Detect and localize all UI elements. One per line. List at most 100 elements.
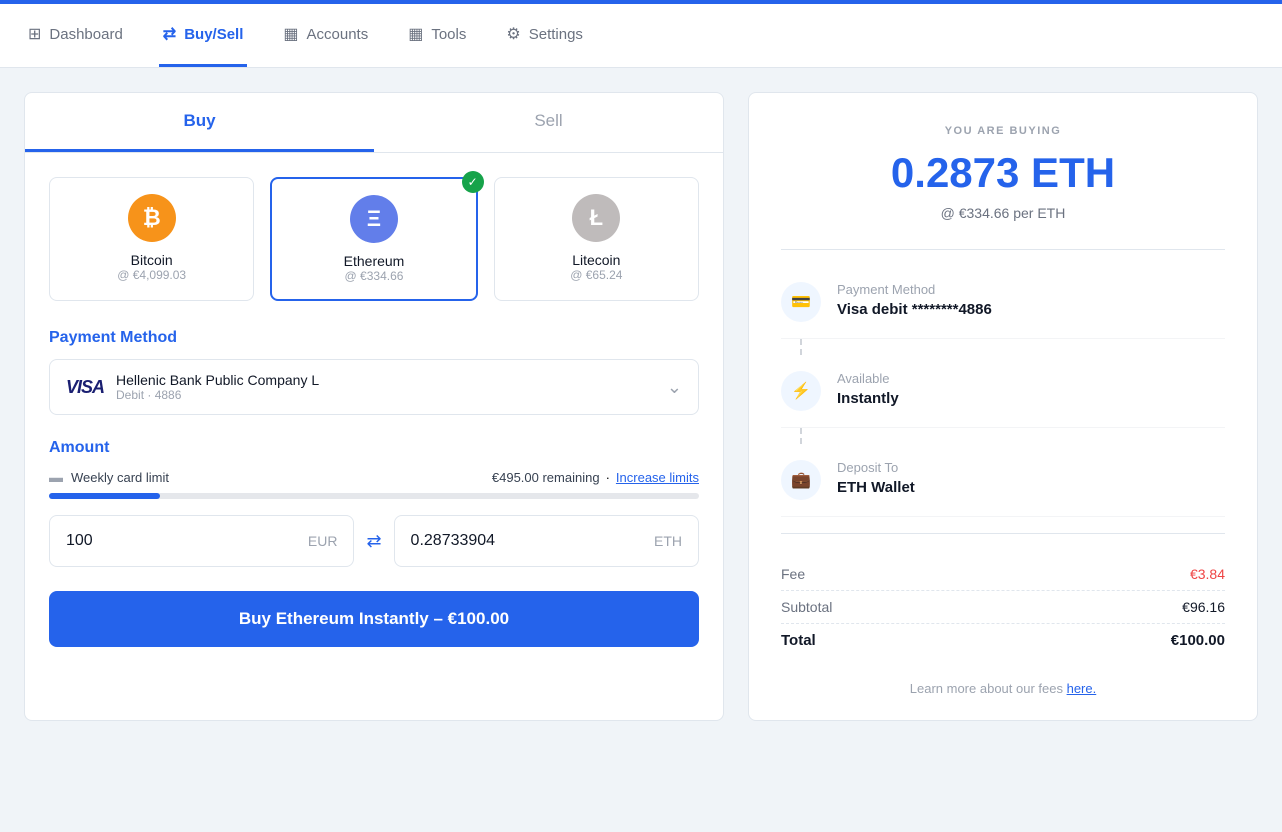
dot-separator: · bbox=[606, 470, 610, 485]
crypto-card-bitcoin[interactable]: ₿ Bitcoin @ €4,099.03 bbox=[49, 177, 254, 301]
fees-link[interactable]: here. bbox=[1067, 681, 1097, 696]
weekly-limit-label: Weekly card limit bbox=[71, 470, 169, 485]
nav-dashboard-label: Dashboard bbox=[49, 26, 122, 43]
nav-settings[interactable]: ⚙ Settings bbox=[502, 4, 587, 67]
fee-row: Fee €3.84 bbox=[781, 558, 1225, 591]
payment-method-icon: 💳 bbox=[781, 282, 821, 322]
eur-value: 100 bbox=[66, 532, 93, 550]
payment-card-type: Debit · 4886 bbox=[116, 388, 319, 402]
nav-settings-label: Settings bbox=[529, 26, 583, 43]
tools-icon: ▦ bbox=[408, 24, 423, 44]
ethereum-name: Ethereum bbox=[288, 253, 459, 269]
crypto-card-ethereum[interactable]: ✓ Ξ Ethereum @ €334.66 bbox=[270, 177, 477, 301]
deposit-content: Deposit To ETH Wallet bbox=[837, 460, 915, 496]
litecoin-price: @ €65.24 bbox=[511, 268, 682, 282]
right-panel: YOU ARE BUYING 0.2873 ETH @ €334.66 per … bbox=[748, 92, 1258, 721]
deposit-label: Deposit To bbox=[837, 460, 915, 475]
footer-note: Learn more about our fees here. bbox=[781, 681, 1225, 696]
deposit-value: ETH Wallet bbox=[837, 479, 915, 496]
panel-content: ₿ Bitcoin @ €4,099.03 ✓ Ξ Ethereum @ €33… bbox=[25, 153, 723, 671]
litecoin-name: Litecoin bbox=[511, 252, 682, 268]
buy-amount-display: 0.2873 ETH bbox=[781, 149, 1225, 197]
main-layout: Buy Sell ₿ Bitcoin @ €4,099.03 ✓ Ξ Ether… bbox=[0, 68, 1282, 745]
card-icon: ▬ bbox=[49, 469, 63, 485]
payment-method-row: 💳 Payment Method Visa debit ********4886 bbox=[781, 266, 1225, 339]
ethereum-price: @ €334.66 bbox=[288, 269, 459, 283]
available-icon: ⚡ bbox=[781, 371, 821, 411]
bitcoin-icon: ₿ bbox=[128, 194, 176, 242]
increase-limits-link[interactable]: Increase limits bbox=[616, 470, 699, 485]
you-are-buying-label: YOU ARE BUYING bbox=[781, 125, 1225, 137]
left-panel: Buy Sell ₿ Bitcoin @ €4,099.03 ✓ Ξ Ether… bbox=[24, 92, 724, 721]
progress-bar-fill bbox=[49, 493, 160, 499]
payment-method-selector[interactable]: VISA Hellenic Bank Public Company L Debi… bbox=[49, 359, 699, 415]
eur-currency: EUR bbox=[308, 533, 338, 549]
eur-input-box[interactable]: 100 EUR bbox=[49, 515, 354, 567]
selected-check-icon: ✓ bbox=[462, 171, 484, 193]
bitcoin-name: Bitcoin bbox=[66, 252, 237, 268]
available-content: Available Instantly bbox=[837, 371, 899, 407]
subtotal-row: Subtotal €96.16 bbox=[781, 591, 1225, 624]
payment-method-value: Visa debit ********4886 bbox=[837, 301, 992, 318]
payment-info: Hellenic Bank Public Company L Debit · 4… bbox=[116, 372, 319, 402]
divider-2 bbox=[781, 533, 1225, 534]
buy-rate-display: @ €334.66 per ETH bbox=[781, 205, 1225, 221]
payment-bank-name: Hellenic Bank Public Company L bbox=[116, 372, 319, 388]
subtotal-label: Subtotal bbox=[781, 599, 832, 615]
chevron-down-icon: ⌄ bbox=[667, 377, 682, 398]
tab-bar: Buy Sell bbox=[25, 93, 723, 153]
nav-tools-label: Tools bbox=[431, 26, 466, 43]
crypto-selector: ₿ Bitcoin @ €4,099.03 ✓ Ξ Ethereum @ €33… bbox=[49, 177, 699, 301]
eth-value: 0.28733904 bbox=[411, 532, 496, 550]
nav-dashboard[interactable]: ⊞ Dashboard bbox=[24, 4, 127, 67]
ethereum-icon: Ξ bbox=[350, 195, 398, 243]
total-value: €100.00 bbox=[1171, 632, 1225, 649]
nav-buysell-label: Buy/Sell bbox=[184, 26, 243, 43]
navbar: ⊞ Dashboard ⇄ Buy/Sell ▦ Accounts ▦ Tool… bbox=[0, 4, 1282, 68]
payment-method-content: Payment Method Visa debit ********4886 bbox=[837, 282, 992, 318]
available-label: Available bbox=[837, 371, 899, 386]
payment-method-label: Payment Method bbox=[837, 282, 992, 297]
deposit-row: 💼 Deposit To ETH Wallet bbox=[781, 444, 1225, 517]
divider-1 bbox=[781, 249, 1225, 250]
swap-icon[interactable]: ⇄ bbox=[366, 531, 381, 552]
footer-text: Learn more about our fees bbox=[910, 681, 1067, 696]
connector-2 bbox=[800, 428, 1225, 444]
total-label: Total bbox=[781, 632, 816, 649]
limit-remaining-row: €495.00 remaining · Increase limits bbox=[492, 470, 699, 485]
nav-accounts[interactable]: ▦ Accounts bbox=[279, 4, 372, 67]
available-row: ⚡ Available Instantly bbox=[781, 355, 1225, 428]
nav-accounts-label: Accounts bbox=[307, 26, 369, 43]
settings-icon: ⚙ bbox=[506, 24, 520, 44]
fee-value: €3.84 bbox=[1190, 566, 1225, 582]
deposit-icon: 💼 bbox=[781, 460, 821, 500]
visa-logo: VISA bbox=[66, 377, 104, 398]
available-value: Instantly bbox=[837, 390, 899, 407]
buysell-icon: ⇄ bbox=[163, 24, 176, 44]
weekly-limit-row: ▬ Weekly card limit bbox=[49, 469, 169, 485]
amount-section-label: Amount bbox=[49, 439, 699, 457]
litecoin-icon: Ł bbox=[572, 194, 620, 242]
fee-label: Fee bbox=[781, 566, 805, 582]
subtotal-value: €96.16 bbox=[1182, 599, 1225, 615]
nav-buysell[interactable]: ⇄ Buy/Sell bbox=[159, 4, 248, 67]
connector-1 bbox=[800, 339, 1225, 355]
amount-header: ▬ Weekly card limit €495.00 remaining · … bbox=[49, 469, 699, 485]
dashboard-icon: ⊞ bbox=[28, 24, 41, 44]
nav-tools[interactable]: ▦ Tools bbox=[404, 4, 470, 67]
tab-sell[interactable]: Sell bbox=[374, 93, 723, 152]
tab-buy[interactable]: Buy bbox=[25, 93, 374, 152]
payment-left: VISA Hellenic Bank Public Company L Debi… bbox=[66, 372, 319, 402]
limit-remaining-text: €495.00 remaining bbox=[492, 470, 600, 485]
payment-section-label: Payment Method bbox=[49, 329, 699, 347]
accounts-icon: ▦ bbox=[283, 24, 298, 44]
buy-button[interactable]: Buy Ethereum Instantly – €100.00 bbox=[49, 591, 699, 647]
progress-bar-container bbox=[49, 493, 699, 499]
amount-inputs: 100 EUR ⇄ 0.28733904 ETH bbox=[49, 515, 699, 567]
bitcoin-price: @ €4,099.03 bbox=[66, 268, 237, 282]
total-row: Total €100.00 bbox=[781, 624, 1225, 657]
eth-currency: ETH bbox=[654, 533, 682, 549]
crypto-card-litecoin[interactable]: Ł Litecoin @ €65.24 bbox=[494, 177, 699, 301]
eth-input-box[interactable]: 0.28733904 ETH bbox=[394, 515, 699, 567]
fee-section: Fee €3.84 Subtotal €96.16 Total €100.00 bbox=[781, 558, 1225, 657]
